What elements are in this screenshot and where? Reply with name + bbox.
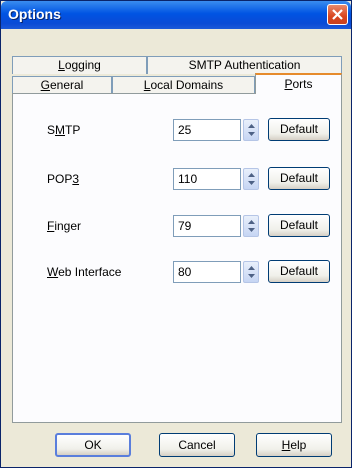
pop3-label-pre: POP <box>47 172 73 186</box>
web-interface-label-accel: W <box>47 265 59 279</box>
finger-port-input[interactable]: 79 <box>173 215 241 237</box>
tab-general[interactable]: General <box>12 76 112 94</box>
spin-arrows-icon <box>248 124 255 136</box>
tab-local-domains[interactable]: Local Domains <box>112 76 255 94</box>
ports-panel: SMTP 25 Default POP3 110 Default Finger … <box>12 93 342 423</box>
spin-arrows-icon <box>248 173 255 185</box>
web-interface-port-spinner[interactable] <box>243 261 259 283</box>
close-icon <box>332 9 343 20</box>
tab-general-accel: G <box>40 78 50 92</box>
smtp-default-button[interactable]: Default <box>268 118 330 141</box>
smtp-label-accel: M <box>55 123 66 137</box>
pop3-port-input[interactable]: 110 <box>173 168 241 190</box>
finger-port-spinner[interactable] <box>243 215 259 237</box>
smtp-label: SMTP <box>47 123 80 137</box>
tab-smtp-authentication-label: SMTP Authentication <box>188 58 301 72</box>
tab-ports[interactable]: Ports <box>255 73 342 94</box>
tab-ports-label: orts <box>292 77 313 91</box>
tab-general-label: eneral <box>49 78 84 92</box>
web-interface-label: Web Interface <box>47 265 121 279</box>
close-button[interactable] <box>327 4 348 25</box>
finger-label-post: inger <box>54 219 82 233</box>
pop3-default-button[interactable]: Default <box>268 167 330 190</box>
tab-logging-accel: L <box>58 58 65 72</box>
finger-label: Finger <box>47 219 81 233</box>
smtp-label-pre: S <box>47 123 56 137</box>
smtp-label-post: TP <box>65 123 81 137</box>
port-row-smtp: SMTP 25 Default <box>13 118 341 141</box>
web-interface-port-input[interactable]: 80 <box>173 261 241 283</box>
spin-arrows-icon <box>248 266 255 278</box>
port-row-pop3: POP3 110 Default <box>13 167 341 190</box>
pop3-label: POP3 <box>47 172 79 186</box>
web-interface-label-post: eb Interface <box>58 265 122 279</box>
tab-logging[interactable]: Logging <box>12 56 147 74</box>
pop3-port-spinner[interactable] <box>243 168 259 190</box>
pop3-label-accel: 3 <box>72 172 80 186</box>
window-title: Options <box>8 6 61 22</box>
web-interface-default-button[interactable]: Default <box>268 260 330 283</box>
tab-smtp-authentication[interactable]: SMTP Authentication <box>147 56 342 74</box>
ok-button[interactable]: OK <box>55 433 131 457</box>
help-button[interactable]: Help <box>256 433 332 457</box>
cancel-button[interactable]: Cancel <box>159 433 235 457</box>
finger-default-button[interactable]: Default <box>268 214 330 237</box>
spin-arrows-icon <box>248 220 255 232</box>
tab-local-domains-label: ocal Domains <box>150 78 224 92</box>
tab-logging-label: ogging <box>64 58 101 72</box>
options-dialog: Options Logging SMTP Authentication Gene… <box>0 0 352 468</box>
port-row-web-interface: Web Interface 80 Default <box>13 260 341 283</box>
smtp-port-spinner[interactable] <box>243 119 259 141</box>
title-bar[interactable]: Options <box>1 1 351 29</box>
smtp-port-input[interactable]: 25 <box>173 119 241 141</box>
tab-ports-accel: P <box>284 77 293 91</box>
help-button-label: elp <box>290 438 307 452</box>
port-row-finger: Finger 79 Default <box>13 214 341 237</box>
